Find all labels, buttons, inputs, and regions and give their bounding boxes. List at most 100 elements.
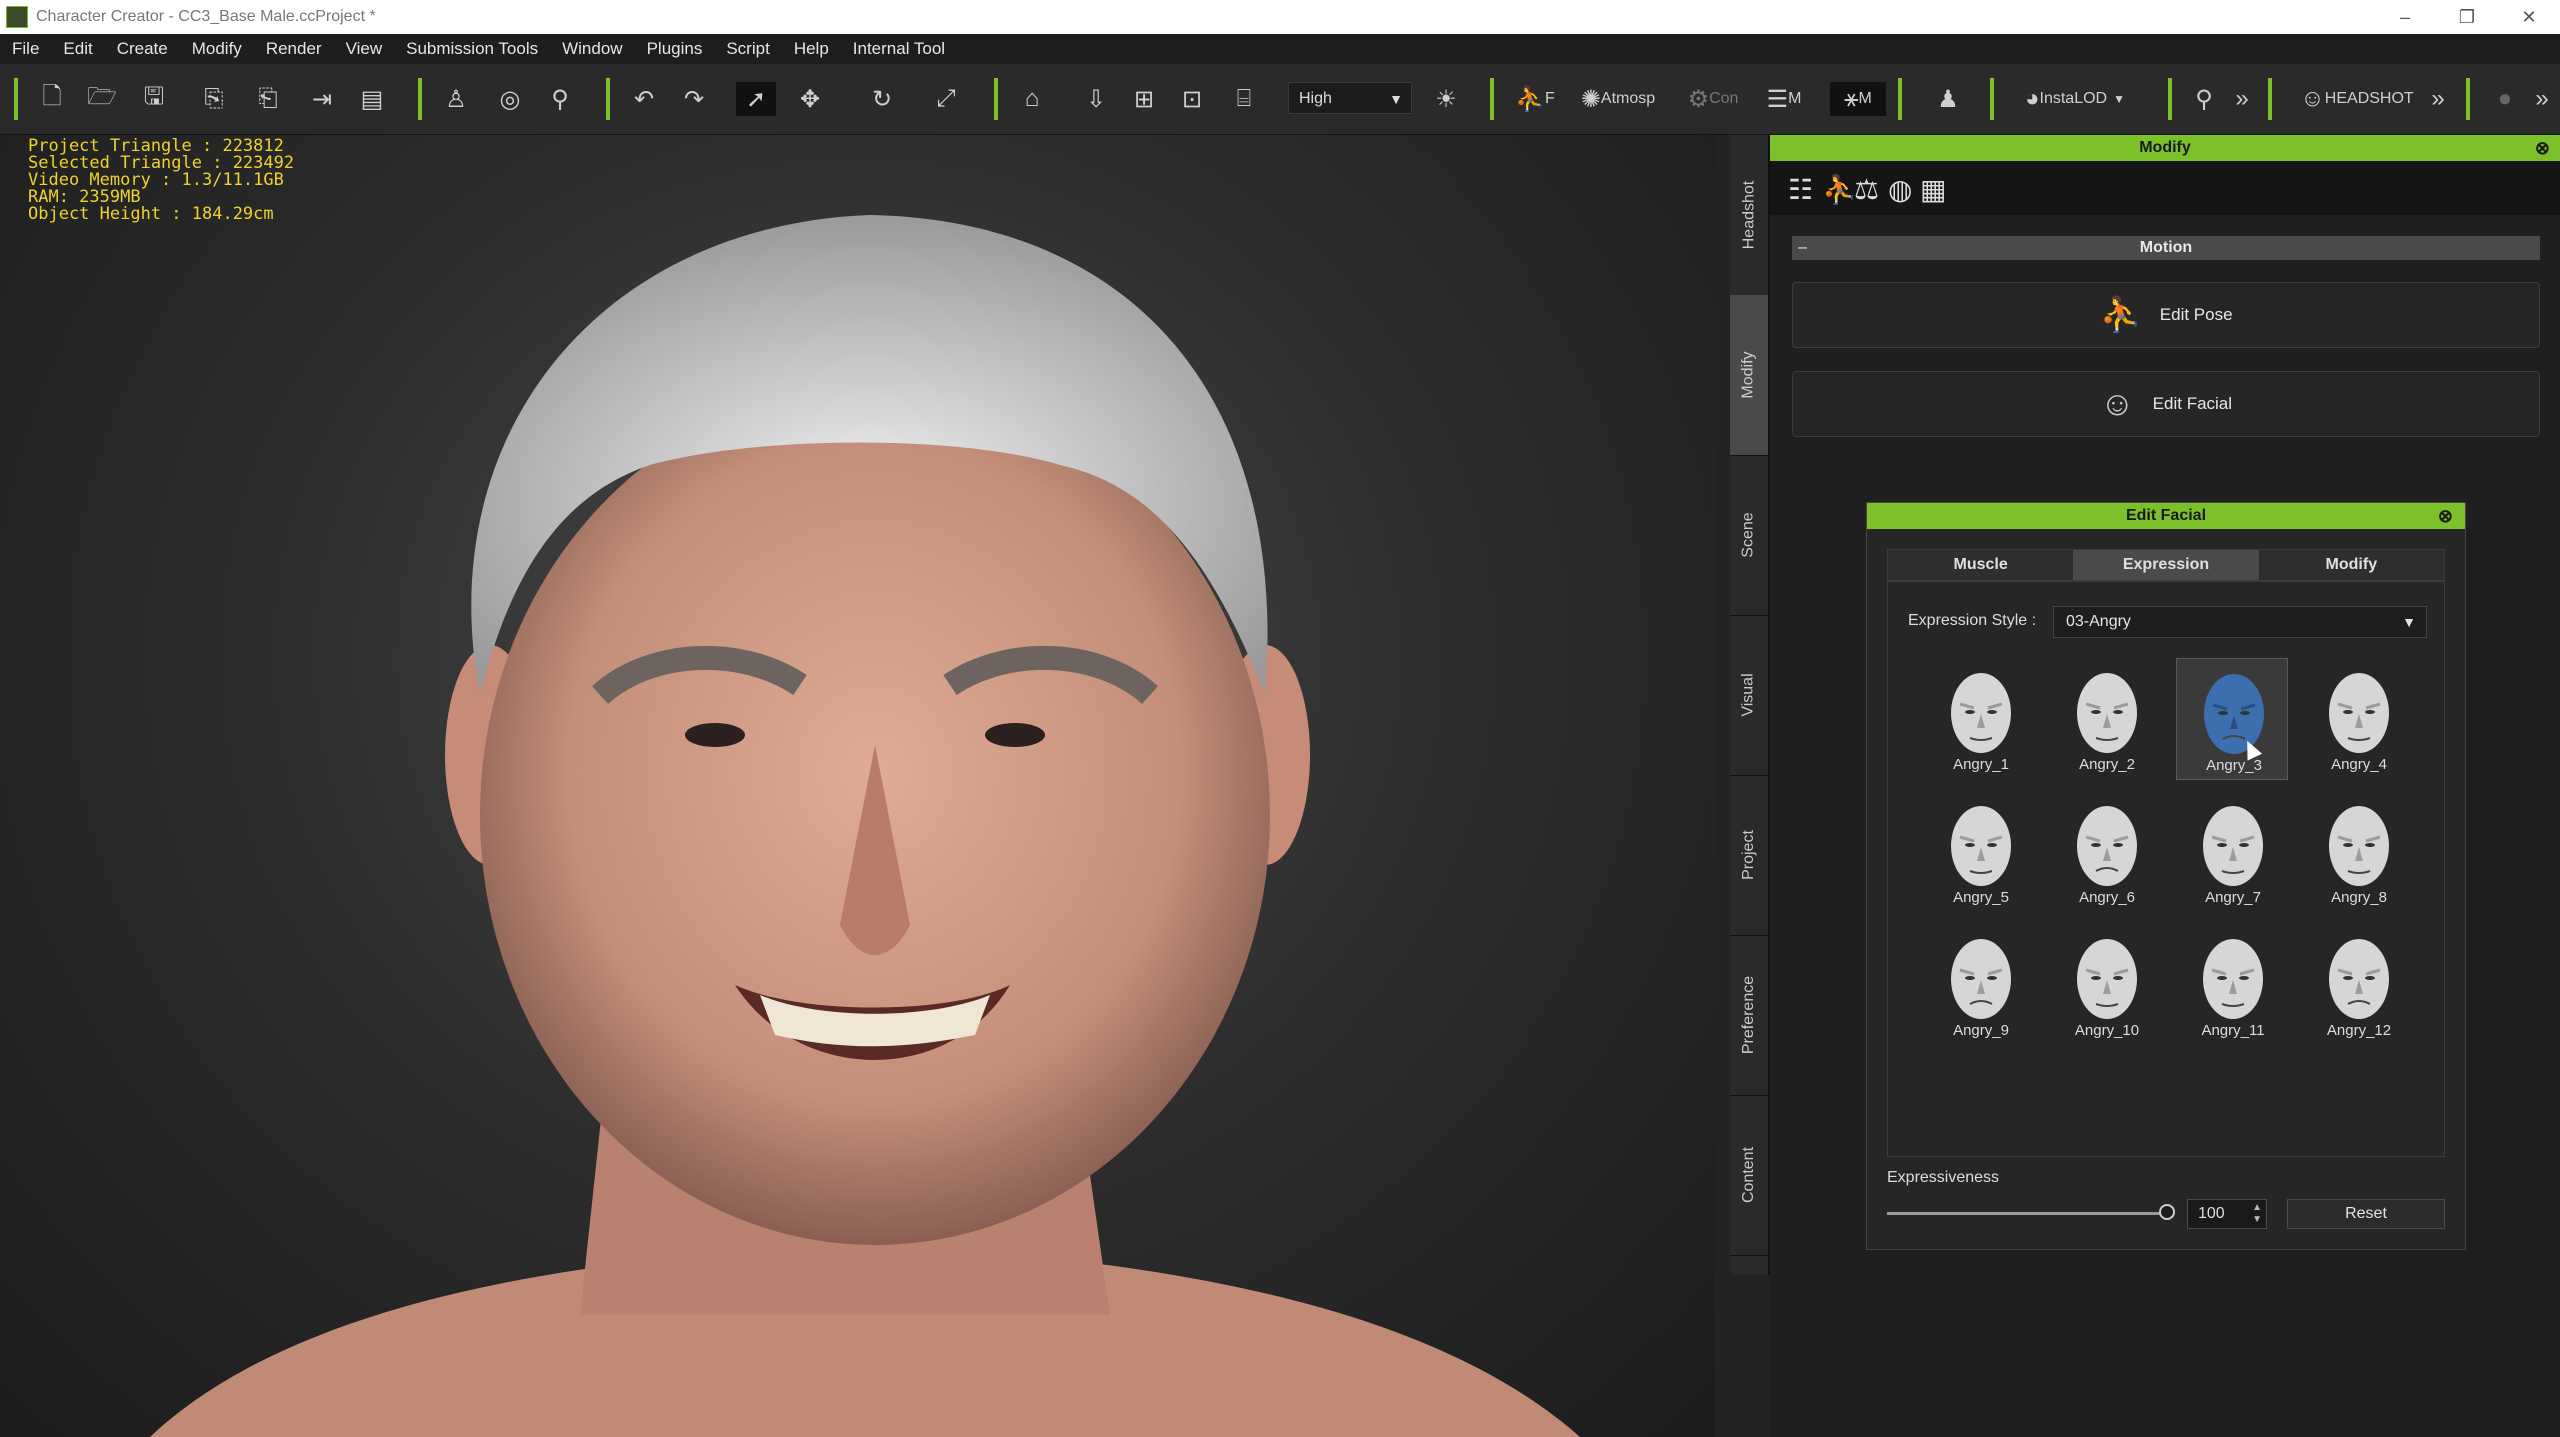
tab-modify[interactable]: Modify [2259, 550, 2444, 580]
face-thumbnail-icon [2077, 939, 2137, 1019]
select-arrow-icon[interactable]: ➚ [736, 82, 776, 116]
chevron-right-icon[interactable]: » [2228, 82, 2256, 116]
m-button[interactable]: ☰ M [1756, 82, 1812, 116]
tab-visual-label: Visual [1740, 673, 1758, 717]
menu-modify[interactable]: Modify [180, 39, 254, 59]
expressiveness-input[interactable]: 100 ▲ ▼ [2187, 1199, 2267, 1229]
plugin-icon[interactable]: ● [2488, 82, 2522, 116]
character-icon[interactable]: ♙ [440, 82, 472, 116]
expression-thumbnail[interactable]: Angry_3 [2176, 658, 2288, 780]
minimize-button[interactable]: – [2374, 0, 2436, 34]
atmosphere-button[interactable]: ✺ Atmosp [1572, 82, 1664, 116]
menu-internal-tool[interactable]: Internal Tool [841, 39, 957, 59]
tab-modify[interactable]: Modify [1730, 295, 1768, 456]
object-height-stat: Object Height : 184.29cm [28, 204, 274, 224]
m2-button[interactable]: ⚹ M [1830, 82, 1886, 116]
edit-facial-button[interactable]: ☺ Edit Facial [1792, 371, 2540, 437]
frame-all-icon[interactable]: ⊞ [1128, 82, 1160, 116]
tab-scene[interactable]: Scene [1730, 455, 1768, 616]
move-icon[interactable]: ✥ [790, 82, 830, 116]
motion-icon[interactable]: ⛹ [1822, 173, 1857, 206]
expression-thumbnail[interactable]: Angry_9 [1924, 924, 2034, 1044]
tab-content[interactable]: Content [1730, 1095, 1768, 1256]
checker-icon[interactable]: ▦ [1920, 173, 1946, 206]
tab-preference[interactable]: Preference [1730, 935, 1768, 1096]
figure-icon[interactable]: ♟ [1930, 82, 1966, 116]
panel-header: Modify ⊗ [1770, 135, 2560, 161]
menu-file[interactable]: File [0, 39, 51, 59]
expression-thumbnail[interactable]: Angry_6 [2050, 791, 2160, 911]
tab-project[interactable]: Project [1730, 775, 1768, 936]
expressiveness-slider-track[interactable] [1887, 1212, 2167, 1215]
pin-icon[interactable]: ⚲ [2188, 82, 2220, 116]
menu-edit[interactable]: Edit [51, 39, 104, 59]
chevron-right-icon[interactable]: » [2530, 82, 2554, 116]
instalod-button[interactable]: ◕ InstaLOD ▼ [2010, 82, 2140, 116]
export-icon[interactable]: ⎗ [252, 82, 284, 116]
expression-thumbnail[interactable]: Angry_11 [2176, 924, 2286, 1044]
expression-thumbnail[interactable]: Angry_4 [2302, 658, 2412, 778]
redo-icon[interactable]: ↷ [678, 82, 710, 116]
rotate-icon[interactable]: ↻ [862, 82, 902, 116]
motion-f-button[interactable]: ⛹ F [1512, 82, 1558, 116]
spinner-arrows-icon[interactable]: ▲ ▼ [2252, 1202, 2262, 1226]
expression-thumbnail[interactable]: Angry_12 [2302, 924, 2412, 1044]
expression-thumbnail[interactable]: Angry_5 [1924, 791, 2034, 911]
menu-plugins[interactable]: Plugins [635, 39, 715, 59]
material-icon[interactable]: ◍ [1888, 173, 1912, 206]
import-icon[interactable]: ⎘ [198, 82, 230, 116]
frame-selected-icon[interactable]: ⊡ [1176, 82, 1208, 116]
edit-pose-button[interactable]: ⛹ Edit Pose [1792, 282, 2540, 348]
tab-headshot[interactable]: Headshot [1730, 135, 1768, 296]
reset-button[interactable]: Reset [2287, 1199, 2445, 1229]
batch-icon[interactable]: ▤ [356, 82, 388, 116]
morph-icon[interactable]: ⚖ [1854, 173, 1879, 206]
menu-help[interactable]: Help [782, 39, 841, 59]
tab-visual[interactable]: Visual [1730, 615, 1768, 776]
settings-icon: ⚙ [1687, 85, 1710, 113]
menu-submission-tools[interactable]: Submission Tools [394, 39, 550, 59]
3d-viewport[interactable] [0, 135, 1715, 1437]
expression-label: Angry_3 [2206, 757, 2262, 774]
attributes-icon[interactable]: ☷ [1788, 173, 1813, 206]
morph-icon[interactable]: ◎ [494, 82, 526, 116]
motion-section-header[interactable]: – Motion [1792, 236, 2540, 260]
open-folder-icon[interactable]: 🗁 [86, 82, 118, 116]
new-file-icon[interactable]: 🗋 [36, 82, 68, 116]
menu-window[interactable]: Window [550, 39, 634, 59]
close-icon[interactable]: ⊗ [2535, 135, 2550, 161]
collapse-icon[interactable]: – [1798, 236, 1807, 260]
tab-expression[interactable]: Expression [2073, 550, 2259, 580]
tab-muscle[interactable]: Muscle [1888, 550, 2073, 580]
fit-vertical-icon[interactable]: ⇩ [1080, 82, 1112, 116]
menu-render[interactable]: Render [254, 39, 334, 59]
close-button[interactable]: ✕ [2498, 0, 2560, 34]
chevron-right-icon[interactable]: » [2424, 82, 2452, 116]
quality-dropdown[interactable]: High ▼ [1288, 82, 1412, 114]
pose-icon[interactable]: ⚲ [544, 82, 576, 116]
light-icon[interactable]: ☀ [1428, 82, 1464, 116]
save-icon[interactable]: 🖫 [138, 82, 170, 116]
send-icon[interactable]: ⇥ [306, 82, 338, 116]
expression-thumbnail[interactable]: Angry_7 [2176, 791, 2286, 911]
toolbar-separator [1898, 78, 1902, 120]
expressiveness-slider-handle[interactable] [2159, 1204, 2175, 1220]
close-icon[interactable]: ⊗ [2438, 503, 2453, 529]
expression-thumbnail[interactable]: Angry_1 [1924, 658, 2034, 778]
maximize-button[interactable]: ❐ [2436, 0, 2498, 34]
face-thumbnail-icon [2077, 806, 2137, 886]
scale-icon[interactable]: ⤢ [930, 82, 962, 116]
toolbar-separator [2466, 78, 2470, 120]
menu-create[interactable]: Create [105, 39, 180, 59]
menu-view[interactable]: View [334, 39, 395, 59]
undo-icon[interactable]: ↶ [628, 82, 660, 116]
expression-thumbnail[interactable]: Angry_10 [2050, 924, 2160, 1044]
expression-style-dropdown[interactable]: 03-Angry ▼ [2053, 606, 2427, 638]
headshot-button[interactable]: ☺ HEADSHOT [2292, 82, 2422, 116]
con-button[interactable]: ⚙ Con [1678, 82, 1748, 116]
expression-thumbnail[interactable]: Angry_8 [2302, 791, 2412, 911]
menu-script[interactable]: Script [714, 39, 781, 59]
home-icon[interactable]: ⌂ [1012, 82, 1052, 116]
camera-view-icon[interactable]: ⌸ [1224, 82, 1264, 116]
expression-thumbnail[interactable]: Angry_2 [2050, 658, 2160, 778]
